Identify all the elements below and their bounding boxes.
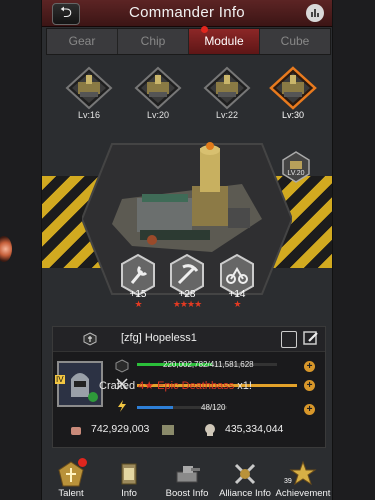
level-shield-icon [115,359,129,373]
tab-module[interactable]: Module [189,26,260,54]
notification-dot [201,26,208,33]
add-resource-button[interactable]: + [304,380,315,391]
factory-module-icon [65,66,113,110]
tab-cube[interactable]: Cube [260,29,330,54]
commander-avatar[interactable] [57,361,103,407]
lightning-icon [118,400,126,412]
power-value: 742,929,003 [91,423,150,435]
module-level: Lv:22 [215,110,239,120]
boost-tank-icon [176,466,200,483]
edit-pencil-icon[interactable] [303,330,319,346]
bar-chart-icon [311,9,319,17]
helmet-avatar-icon [59,363,101,405]
chip-stars: ★★★★ [172,299,202,309]
factory-module-icon [203,66,251,110]
chip-stars: ★ [233,299,241,309]
nav-info[interactable]: Info [100,458,158,500]
achievement-count: 39 [284,478,292,485]
module-slot-row: Lv:16 Lv:20 Lv:22 Lv:30 [56,66,326,122]
module-level: Lv:20 [146,110,170,120]
module-slot-2[interactable]: Lv:20 [133,66,183,120]
chip-stars: ★ [134,299,142,309]
troops-icon [162,425,174,435]
module-level: Lv:16 [77,110,101,120]
stamina-value: 48/120 [201,403,226,412]
skull-kills-icon [205,424,215,436]
module-display-stage: LV.20 +15 ★ +28 ★★★★ +14 ★ [42,128,332,318]
announcement-prefix: Crafted [99,380,139,392]
nav-boost-info[interactable]: Boost Info [158,458,216,500]
player-name-row: [zfg] Hopeless1 [53,327,325,352]
small-module-badge-icon[interactable] [282,151,310,183]
alliance-swords-icon [234,463,256,485]
rank-icon [83,332,97,346]
stamina-bar-fill [137,406,173,409]
avatar-rank-badge: IV [55,375,65,384]
factory-module-icon [269,66,317,110]
power-fist-icon [71,427,81,435]
page-title: Commander Info [129,4,245,21]
system-announcement: Crafted 4★ Epic Deathbass x1! [99,379,252,392]
nav-achievement[interactable]: 39 Achievement [274,458,332,500]
nav-alliance-info[interactable]: Alliance Info [216,458,274,500]
achievement-medal-icon [289,460,317,486]
factory-module-icon [134,66,182,110]
info-pillar-icon [121,463,137,485]
tab-gear[interactable]: Gear [47,29,118,54]
small-module-level: LV.20 [287,170,305,177]
announcement-suffix: x1! [234,380,252,392]
xp-value: 220,002,782/411,581,628 [163,360,254,369]
tab-module-label: Module [204,34,244,48]
add-stamina-button[interactable]: + [304,404,315,415]
nav-alert-dot [78,458,87,467]
stats-info-button[interactable] [306,4,324,22]
module-slot-1[interactable]: Lv:16 [64,66,114,120]
player-name: [zfg] Hopeless1 [121,332,197,344]
bottom-navigation: Talent Info Boost Info Alliance Info 39 … [42,458,332,500]
player-info-panel: [zfg] Hopeless1 IV 220,002,782/411,581,6… [52,326,326,448]
add-xp-button[interactable]: + [304,361,315,372]
right-background [332,0,375,500]
nav-talent[interactable]: Talent [42,458,100,500]
module-slot-3[interactable]: Lv:22 [202,66,252,120]
module-level: Lv:30 [281,110,305,120]
header-bar: ⮌ Commander Info [42,0,332,27]
list-icon[interactable] [281,331,297,348]
nav-label: Achievement [275,488,331,499]
kills-value: 435,334,044 [225,423,284,435]
tab-bar: Gear Chip Module Cube [46,26,331,55]
module-slot-4-selected[interactable]: Lv:30 [268,66,318,120]
tab-chip[interactable]: Chip [118,29,189,54]
announcement-item: 4★ Epic Deathbass [138,380,235,392]
